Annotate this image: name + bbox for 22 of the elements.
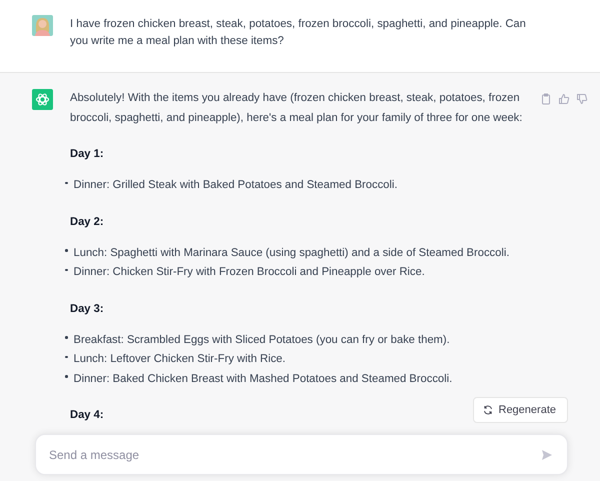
meal-item: Lunch: Leftover Chicken Stir-Fry with Rice. <box>65 350 286 370</box>
day-heading: Day 1: <box>70 147 104 162</box>
user-avatar <box>32 15 53 36</box>
message-composer[interactable]: Send a message <box>35 434 568 475</box>
meal-item: Lunch: Spaghetti with Marinara Sauce (using spaghetti) and a side of Steamed Broccoli. <box>65 244 510 263</box>
day-heading: Day 3: <box>70 302 104 316</box>
day-heading: Day 4: <box>70 408 104 423</box>
thumbs-down-icon[interactable] <box>576 93 588 105</box>
meal-item: Dinner: Chicken Stir-Fry with Frozen Broccoli and Pineapple over Rice. <box>65 263 425 282</box>
send-icon[interactable] <box>541 448 553 460</box>
thumbs-up-icon[interactable] <box>558 93 570 105</box>
day-heading: Day 2: <box>70 214 104 230</box>
meal-item: Dinner: Grilled Steak with Baked Potatoes and Steamed Broccoli. <box>65 176 398 196</box>
regenerate-button[interactable]: Regenerate <box>472 397 568 423</box>
meal-item: Dinner: Baked Chicken Breast with Mashed Potatoes and Steamed Broccoli. <box>65 370 452 389</box>
meal-item: Breakfast: Scrambled Eggs with Sliced Potatoes (you can fry or bake them). <box>65 330 450 350</box>
clipboard-icon[interactable] <box>540 93 552 105</box>
user-message: I have frozen chicken breast, steak, potatoes, frozen broccoli, spaghetti, and pineapple. Can you write me a meal plan with these items? <box>70 17 527 49</box>
message-input[interactable]: Send a message <box>47 446 541 462</box>
assistant-logo-icon <box>32 89 53 110</box>
assistant-message: Absolutely! With the items you already have (frozen chicken breast, steak, potatoes, frozen broccoli, spaghetti, and pineapple), here's a meal plan for your family of three for one week: <box>70 91 524 126</box>
refresh-icon <box>482 405 492 415</box>
